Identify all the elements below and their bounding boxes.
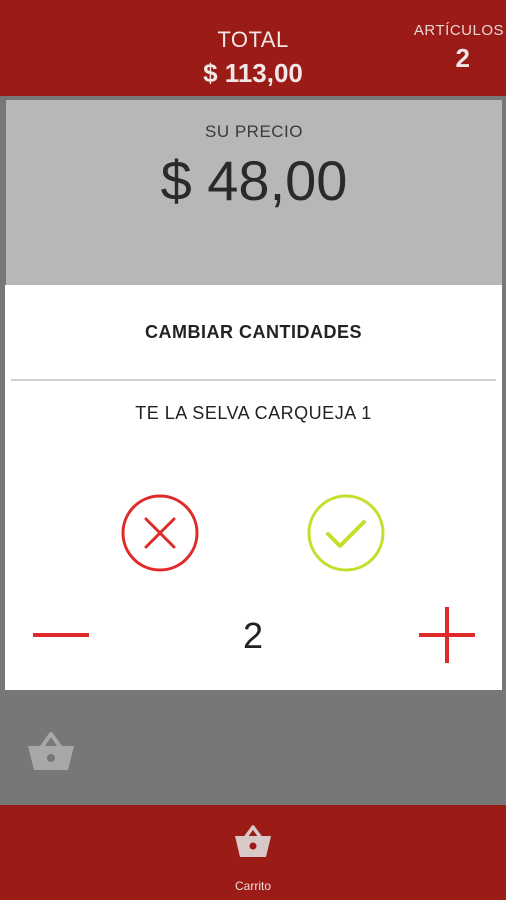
decrease-quantity-button[interactable] [31,605,91,665]
change-quantity-dialog: CAMBIAR CANTIDADES TE LA SELVA CARQUEJA … [5,285,502,690]
confirm-button[interactable] [306,493,386,573]
increase-quantity-button[interactable] [417,605,477,665]
app-header: TOTAL $ 113,00 ARTÍCULOS 2 [0,0,506,96]
plus-icon [419,607,475,663]
minus-icon [33,633,89,637]
bottom-nav: Carrito [0,805,506,900]
nav-item-label: Carrito [234,879,271,893]
product-name: TE LA SELVA CARQUEJA 1 [135,403,372,423]
basket-icon [26,728,76,772]
total-value: $ 113,00 [203,58,303,88]
quantity-value: 2 [242,615,264,656]
articles-count: 2 [455,43,470,73]
price-panel: SU PRECIO $ 48,00 [6,100,502,285]
cancel-button[interactable] [120,493,200,573]
price-value: $ 48,00 [160,149,348,212]
articles-label: ARTÍCULOS [413,22,504,39]
nav-item-cart[interactable]: Carrito [213,813,293,897]
price-label: SU PRECIO [204,122,304,141]
close-icon [121,494,199,572]
dialog-divider [11,379,496,381]
basket-icon [235,825,271,857]
check-icon [307,494,385,572]
dialog-title: CAMBIAR CANTIDADES [145,322,362,342]
